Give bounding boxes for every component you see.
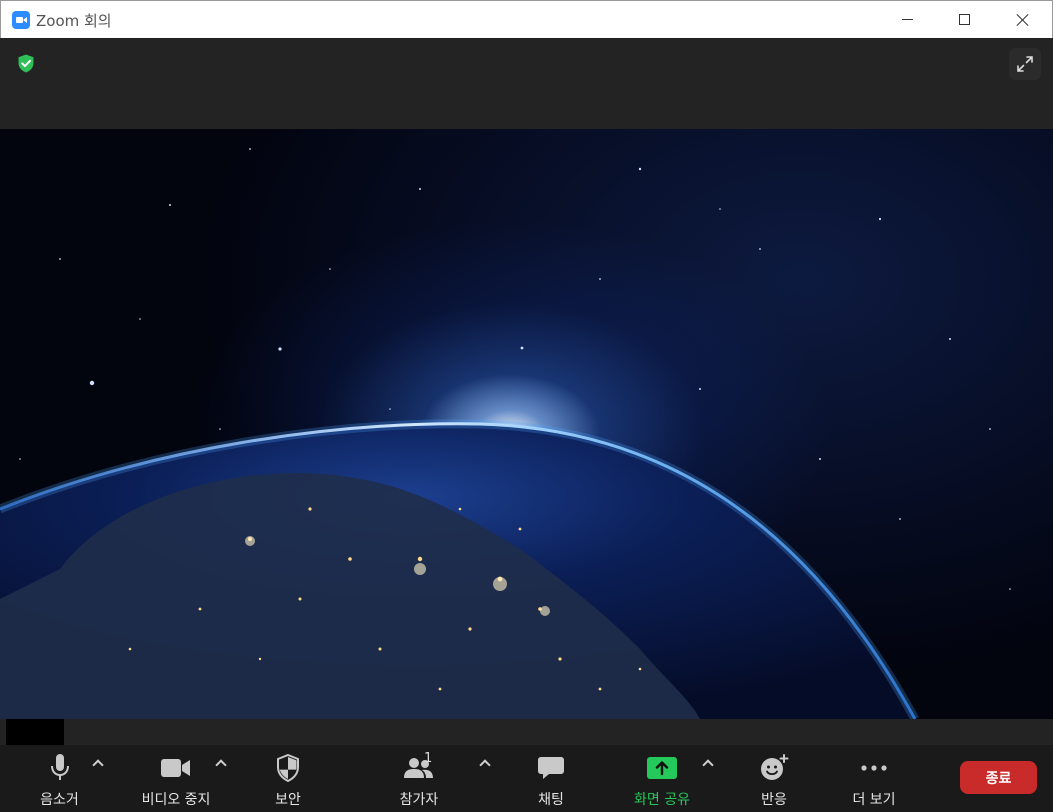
video-feed [0, 129, 1053, 719]
mute-label: 음소거 [40, 792, 79, 808]
ellipsis-icon [860, 751, 888, 785]
chat-button[interactable]: 채팅 [521, 745, 581, 812]
video-bottom-strip [0, 719, 1053, 745]
share-screen-button[interactable]: 화면 공유 [622, 745, 702, 812]
meeting-top-bar [0, 38, 1053, 129]
video-camera-icon [160, 751, 192, 785]
shield-icon [276, 751, 300, 785]
zoom-app-icon [12, 11, 30, 29]
reactions-button[interactable]: 반응 [744, 745, 804, 812]
earth-background-image [0, 148, 1011, 719]
expand-icon [1017, 56, 1033, 72]
close-icon [1016, 13, 1029, 26]
more-button[interactable]: 더 보기 [840, 745, 908, 812]
participants-label: 참가자 [399, 792, 439, 808]
maximize-icon [958, 14, 970, 25]
security-label: 보안 [275, 792, 301, 808]
participants-count: 1 [424, 751, 433, 766]
microphone-icon [49, 751, 71, 785]
minimize-icon [901, 19, 913, 20]
chat-label: 채팅 [538, 792, 564, 808]
security-button[interactable]: 보안 [258, 745, 318, 812]
share-options-caret[interactable] [700, 755, 716, 771]
shield-check-icon[interactable] [17, 54, 35, 73]
share-screen-label: 화면 공유 [634, 792, 690, 808]
fullscreen-button[interactable] [1009, 48, 1041, 80]
mute-button[interactable]: 음소거 [22, 745, 97, 812]
participants-options-caret[interactable] [477, 755, 493, 771]
window-title: Zoom 회의 [36, 12, 112, 30]
smiley-plus-icon [759, 751, 789, 785]
window-titlebar: Zoom 회의 [0, 0, 1053, 38]
participants-button[interactable]: 1 참가자 [386, 745, 452, 812]
end-meeting-button[interactable]: 종료 [960, 761, 1037, 794]
maximize-button[interactable] [941, 1, 987, 38]
share-up-arrow-icon [647, 751, 677, 785]
stop-video-button[interactable]: 비디오 중지 [130, 745, 222, 812]
more-label: 더 보기 [852, 792, 896, 808]
video-options-caret[interactable] [213, 755, 229, 771]
chat-bubble-icon [537, 751, 565, 785]
stop-video-label: 비디오 중지 [141, 792, 211, 808]
close-button[interactable] [999, 1, 1045, 38]
participant-thumbnail[interactable] [6, 719, 64, 745]
minimize-button[interactable] [884, 1, 930, 38]
reactions-label: 반응 [761, 792, 787, 808]
audio-options-caret[interactable] [90, 755, 106, 771]
meeting-toolbar: 음소거 비디오 중지 보안 1 참가자 채팅 화면 공유 반응 더 보기 종료 [0, 745, 1053, 812]
